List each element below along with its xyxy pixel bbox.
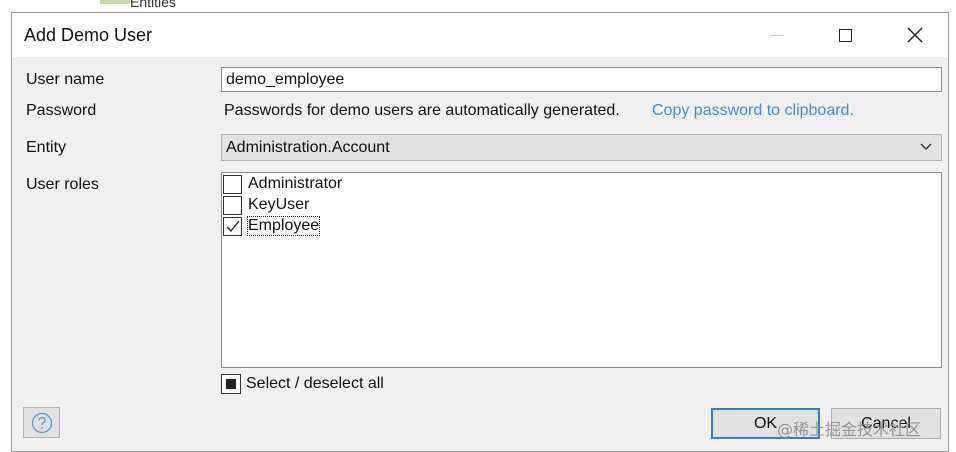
background-partial-text: Entities bbox=[130, 0, 176, 10]
role-checkbox[interactable] bbox=[223, 217, 242, 236]
close-icon bbox=[907, 27, 923, 43]
close-button[interactable] bbox=[892, 13, 938, 57]
help-icon bbox=[31, 412, 52, 433]
minimize-button[interactable] bbox=[754, 13, 800, 57]
select-all-label: Select / deselect all bbox=[246, 375, 384, 392]
user-roles-label: User roles bbox=[26, 176, 99, 193]
background-tree-bar bbox=[100, 0, 130, 4]
role-label: KeyUser bbox=[248, 196, 310, 213]
select-all-checkbox[interactable] bbox=[221, 374, 241, 394]
role-checkbox[interactable] bbox=[223, 196, 242, 215]
maximize-icon bbox=[838, 28, 852, 42]
checkmark-icon bbox=[226, 220, 240, 233]
user-roles-list: Administrator KeyUser Employee bbox=[221, 172, 942, 368]
entity-dropdown[interactable]: Administration.Account bbox=[221, 134, 942, 161]
role-label: Employee bbox=[246, 216, 321, 236]
maximize-button[interactable] bbox=[822, 13, 868, 57]
role-label: Administrator bbox=[248, 175, 343, 192]
password-info-text: Passwords for demo users are automatical… bbox=[224, 102, 620, 119]
role-checkbox[interactable] bbox=[223, 175, 242, 194]
add-demo-user-dialog: Add Demo User User name Password Passwor… bbox=[11, 12, 949, 452]
entity-selected-value: Administration.Account bbox=[226, 139, 390, 156]
chevron-down-icon bbox=[920, 143, 932, 150]
dialog-title: Add Demo User bbox=[24, 25, 153, 45]
help-button[interactable] bbox=[23, 407, 60, 438]
password-label: Password bbox=[26, 102, 97, 119]
username-input[interactable] bbox=[221, 67, 942, 92]
minimize-icon bbox=[770, 34, 784, 36]
username-label: User name bbox=[26, 71, 105, 88]
title-bar: Add Demo User bbox=[12, 13, 948, 57]
background-window: Entities bbox=[0, 0, 956, 12]
copy-password-link[interactable]: Copy password to clipboard. bbox=[652, 102, 854, 120]
entity-label: Entity bbox=[26, 139, 67, 156]
watermark-text: @稀土掘金技术社区 bbox=[777, 420, 922, 439]
